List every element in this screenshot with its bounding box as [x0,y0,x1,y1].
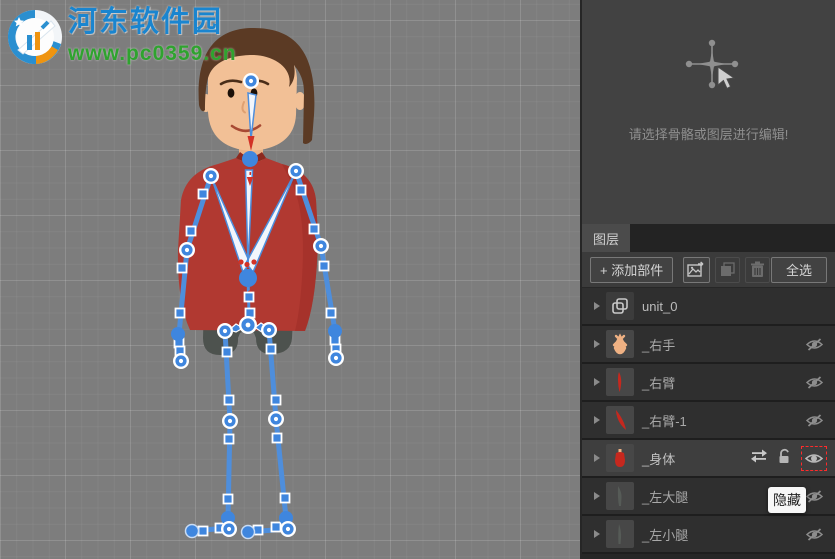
layer-thumbnail-right-hand [606,330,634,358]
trash-icon [750,261,765,278]
duplicate-icon [719,261,736,278]
visibility-off-icon[interactable] [801,522,827,547]
layer-name: unit_0 [642,299,677,314]
selection-preview-area: 请选择骨骼或图层进行编辑! [582,0,835,224]
layer-row-right-arm-1[interactable]: _右臂-1 [582,402,835,440]
layer-row-right-hand[interactable]: _右手 [582,326,835,364]
stage-canvas[interactable]: 河东软件园 www.pc0359.cn [0,0,580,559]
delete-layer-button[interactable] [745,257,770,283]
duplicate-layer-button[interactable] [715,257,740,283]
cursor-arrow-icon [718,67,734,88]
visibility-on-icon[interactable] [801,446,827,471]
expand-arrow-icon[interactable] [594,378,600,386]
layer-row-unit0[interactable]: unit_0 [582,288,835,326]
layer-name: _左小腿 [642,525,688,544]
bone-editor-window: 河东软件园 www.pc0359.cn [0,0,835,559]
layer-name: _身体 [642,449,675,468]
inspector-panel: 请选择骨骼或图层进行编辑! 图层 + 添加部件 [580,0,835,559]
watermark-site-name: 河东软件园 [68,8,237,37]
tab-layers[interactable]: 图层 [582,224,630,252]
layer-name: _右臂-1 [642,411,687,430]
expand-arrow-icon[interactable] [594,416,600,424]
expand-arrow-icon[interactable] [594,340,600,348]
visibility-off-icon[interactable] [801,332,827,357]
layer-row-right-arm[interactable]: _右臂 [582,364,835,402]
layer-thumbnail-left-thigh [606,482,634,510]
layer-row-body[interactable]: _身体 [582,440,835,478]
layer-row-left-calf[interactable]: _左小腿 [582,516,835,554]
swap-order-icon[interactable] [750,449,768,468]
layer-name: _右手 [642,335,675,354]
layer-thumbnail-right-arm [606,368,634,396]
layer-thumbnail-left-calf [606,520,634,548]
layer-list: unit_0 _右手 _右臂 [582,288,835,559]
layer-name: _左大腿 [642,487,688,506]
unlock-icon[interactable] [777,448,792,469]
select-all-button[interactable]: 全选 [771,257,827,283]
hide-tooltip: 隐藏 [768,487,806,513]
panel-tabbar: 图层 [582,224,835,252]
site-logo-icon [6,8,64,66]
select-prompt-text: 请选择骨骼或图层进行编辑! [582,124,835,143]
layers-toolbar: + 添加部件 [582,252,835,288]
import-image-icon [687,261,706,278]
visibility-off-icon[interactable] [801,408,827,433]
watermark-site-url: www.pc0359.cn [68,43,237,64]
move-cross-icon [677,36,747,106]
layer-thumbnail-body [606,444,634,472]
unit-group-icon [606,292,634,320]
expand-arrow-icon[interactable] [594,454,600,462]
visibility-off-icon[interactable] [801,370,827,395]
import-image-button[interactable] [683,257,710,283]
layer-thumbnail-right-arm-1 [606,406,634,434]
expand-arrow-icon[interactable] [594,530,600,538]
character-rig[interactable] [0,0,580,559]
layer-name: _右臂 [642,373,675,392]
watermark: 河东软件园 www.pc0359.cn [6,8,237,66]
expand-arrow-icon[interactable] [594,492,600,500]
expand-arrow-icon[interactable] [594,302,600,310]
add-part-button[interactable]: + 添加部件 [590,257,673,283]
